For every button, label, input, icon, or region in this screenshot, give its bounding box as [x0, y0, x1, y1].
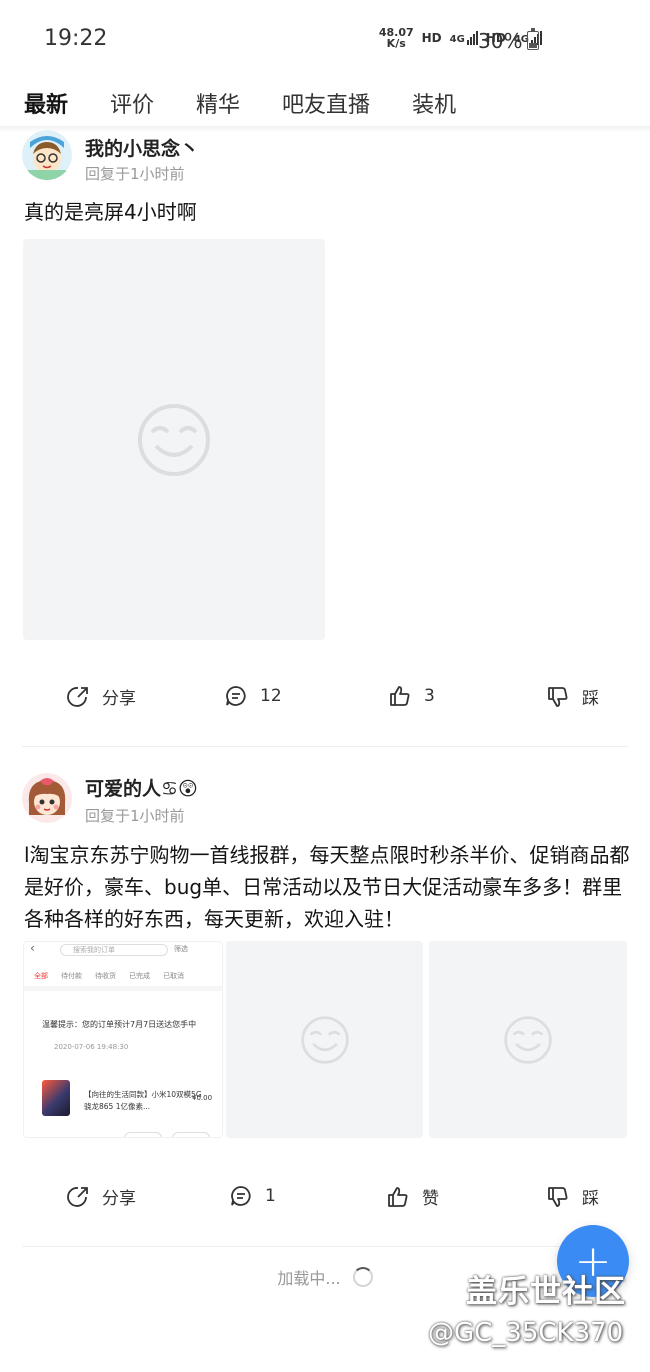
screenshot-button — [124, 1132, 162, 1137]
like-label: 赞 — [422, 1189, 439, 1209]
back-icon: ‹ — [30, 941, 35, 955]
screenshot-button — [172, 1132, 210, 1137]
placeholder-face-icon — [504, 1015, 552, 1064]
screenshot-tabs: 全部 待付款 待收货 已完成 已取消 — [34, 971, 184, 981]
screenshot-delivery-tip: 温馨提示：您的订单预计7月7日送达您手中 — [42, 1020, 197, 1029]
screenshot-divider — [24, 986, 222, 991]
post-time: 回复于1小时前 — [85, 807, 185, 825]
loading-text: 加载中... — [277, 1269, 341, 1288]
post-actions: 分享 1 赞 踩 — [0, 1184, 650, 1224]
watermark-community: 盖乐世社区 — [466, 1274, 626, 1310]
screenshot-tab: 待付款 — [61, 972, 82, 980]
screenshot-date: 2020-07-06 19:48:30 — [54, 1043, 129, 1051]
comment-button[interactable]: 1 — [229, 1184, 276, 1208]
image-placeholder[interactable] — [429, 941, 627, 1138]
screenshot-tab: 全部 — [34, 972, 48, 980]
thumbs-down-icon — [548, 1186, 568, 1207]
screenshot-filter: 筛选 — [174, 945, 188, 953]
order-screenshot-image[interactable]: ‹ 搜索我的订单 筛选 全部 待付款 待收货 已完成 已取消 温馨提示：您的订单… — [23, 941, 223, 1138]
post-divider — [22, 1246, 628, 1247]
share-button[interactable]: 分享 — [66, 1184, 136, 1209]
dislike-label: 踩 — [582, 1189, 599, 1209]
screenshot-tab: 待收货 — [95, 972, 116, 980]
watermark-user: @GC_35CK370 — [428, 1318, 624, 1348]
screenshot-tab: 已完成 — [129, 972, 150, 980]
comment-count: 1 — [265, 1186, 276, 1206]
like-button[interactable]: 赞 — [386, 1184, 439, 1209]
post-card[interactable]: 可爱的人♋😲 回复于1小时前 l淘宝京东苏宁购物一首线报群，每天整点限时秒杀半价… — [0, 0, 650, 1250]
screenshot-price: ¥0.00 — [192, 1094, 213, 1102]
comment-icon — [231, 1186, 251, 1206]
screenshot-product-title: 【向往的生活同款】小米10双模5G 骁龙865 1亿像素... — [84, 1090, 202, 1111]
thumbs-up-icon — [388, 1186, 408, 1207]
dislike-button[interactable]: 踩 — [546, 1184, 599, 1209]
loading-spinner-icon — [352, 1267, 373, 1287]
share-icon — [67, 1186, 88, 1207]
screenshot-tab: 已取消 — [163, 972, 184, 980]
placeholder-face-icon — [300, 1015, 349, 1064]
share-label: 分享 — [102, 1189, 136, 1209]
avatar[interactable] — [22, 773, 72, 823]
image-placeholder[interactable] — [226, 941, 423, 1138]
post-text[interactable]: l淘宝京东苏宁购物一首线报群，每天整点限时秒杀半价、促销商品都是好价，豪车、bu… — [24, 839, 634, 935]
screenshot-phone-image — [42, 1080, 70, 1116]
screenshot-search-box: 搜索我的订单 — [60, 944, 168, 956]
username[interactable]: 可爱的人♋😲 — [85, 774, 198, 801]
